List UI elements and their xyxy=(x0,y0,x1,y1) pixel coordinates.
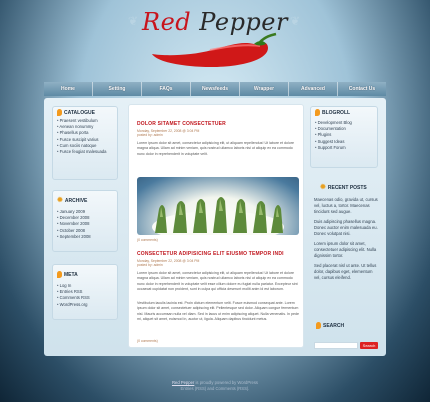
catalogue-title: CATALOGUE xyxy=(53,107,117,118)
recent-post-link[interactable]: Duis adipiscing phasellus magna. Donec a… xyxy=(314,219,378,237)
map-pin-icon xyxy=(315,109,320,116)
header: ❦ ❦ Red Pepper xyxy=(0,0,430,82)
footer: Red Pepper is proudly powered by WordPre… xyxy=(0,380,430,391)
nav-item-home[interactable]: Home xyxy=(44,82,93,96)
main-content: DOLOR SITAMET CONSECTETUER Monday, Septe… xyxy=(128,104,304,348)
catalogue-title-text: CATALOGUE xyxy=(64,109,95,116)
archive-box: ✹ ARCHIVE January 2009 December 2008 Nov… xyxy=(52,190,118,252)
search-title: SEARCH xyxy=(310,320,380,331)
archive-list: January 2009 December 2008 November 2008… xyxy=(53,206,117,240)
catalogue-list: Praesent vestibulum Aenean nonummy Phase… xyxy=(53,118,117,155)
footer-powered-text: is proudly powered by WordPress xyxy=(195,380,259,385)
recent-posts-list: Maecenas odio, gravida ut, cursus vel, l… xyxy=(310,193,380,281)
main-nav: Home Setting FAQs Newsfeeds Wrapper Adva… xyxy=(44,82,386,96)
blogroll-link[interactable]: Support Forum xyxy=(315,145,373,151)
star-icon: ✹ xyxy=(320,184,326,191)
recent-post-link[interactable]: Sed placerat nisl ut ante. Ut tellus dol… xyxy=(314,263,378,281)
content-wrapper: CATALOGUE Praesent vestibulum Aenean non… xyxy=(44,98,386,356)
catalogue-box: CATALOGUE Praesent vestibulum Aenean non… xyxy=(52,106,118,180)
blogroll-title: BLOGROLL xyxy=(311,107,377,118)
archive-title-text: ARCHIVE xyxy=(64,197,88,204)
star-icon: ✹ xyxy=(57,197,63,204)
footer-rss-links[interactable]: Entries (RSS) and Comments (RSS). xyxy=(0,386,430,392)
post-title-2[interactable]: CONSECTETUR ADIPISICING ELIT EIUSMO TEMP… xyxy=(137,251,284,257)
search-button[interactable]: Search xyxy=(360,342,378,349)
nav-item-setting[interactable]: Setting xyxy=(93,82,142,96)
footer-site-link[interactable]: Red Pepper xyxy=(172,380,194,385)
nav-item-newsfeeds[interactable]: Newsfeeds xyxy=(191,82,240,96)
post-author-1: posted by: admin xyxy=(137,133,163,137)
post-comments-link-2[interactable]: (0 comments) xyxy=(137,339,158,343)
asparagus-illustration xyxy=(152,197,284,235)
post-body-2-paragraph-2: Vestibulum iaculis lacinia est. Proin di… xyxy=(137,301,300,322)
recent-post-link[interactable]: Maecenas odio, gravida ut, cursus vel, l… xyxy=(314,197,378,215)
meta-title-text: META xyxy=(64,271,78,278)
recent-posts-title-text: RECENT POSTS xyxy=(327,184,367,191)
map-pin-icon xyxy=(316,322,321,329)
blogroll-list: Development Blog Documentation Plugins S… xyxy=(311,118,377,151)
meta-link[interactable]: WordPress.org xyxy=(57,302,113,308)
meta-box: META Log In Entries RSS Comments RSS Wor… xyxy=(52,264,118,320)
recent-post-link[interactable]: Lorem ipsum dolor sit amet, consectetuer… xyxy=(314,241,378,259)
post-comments-link-1[interactable]: (0 comments) xyxy=(137,238,158,242)
archive-link[interactable]: September 2008 xyxy=(57,234,113,240)
map-pin-icon xyxy=(57,109,62,116)
blogroll-box: BLOGROLL Development Blog Documentation … xyxy=(310,106,378,168)
nav-item-faqs[interactable]: FAQs xyxy=(142,82,191,96)
post-author-2: posted by: admin xyxy=(137,263,163,267)
nav-item-advanced[interactable]: Advanced xyxy=(289,82,338,96)
meta-title: META xyxy=(53,265,117,280)
search-input[interactable] xyxy=(314,342,358,349)
blogroll-title-text: BLOGROLL xyxy=(322,109,351,116)
archive-title: ✹ ARCHIVE xyxy=(53,191,117,206)
nav-item-contact-us[interactable]: Contact Us xyxy=(338,82,386,96)
post-title-1[interactable]: DOLOR SITAMET CONSECTETUER xyxy=(137,121,226,127)
meta-list: Log In Entries RSS Comments RSS WordPres… xyxy=(53,280,117,308)
map-pin-icon xyxy=(57,271,62,278)
nav-item-wrapper[interactable]: Wrapper xyxy=(240,82,289,96)
search-section: SEARCH Search xyxy=(310,320,380,352)
search-title-text: SEARCH xyxy=(323,322,345,329)
recent-posts-section: ✹ RECENT POSTS Maecenas odio, gravida ut… xyxy=(310,182,380,310)
red-pepper-icon xyxy=(152,32,277,68)
asparagus-image xyxy=(137,177,299,235)
catalogue-link[interactable]: Fusce feugiat malesuada xyxy=(57,149,113,155)
recent-posts-title: ✹ RECENT POSTS xyxy=(310,182,380,193)
post-body-1: Lorem ipsum dolor sit amet, consectetur … xyxy=(137,141,295,156)
post-body-2: Lorem ipsum dolor sit amet, consectetur … xyxy=(137,271,298,292)
